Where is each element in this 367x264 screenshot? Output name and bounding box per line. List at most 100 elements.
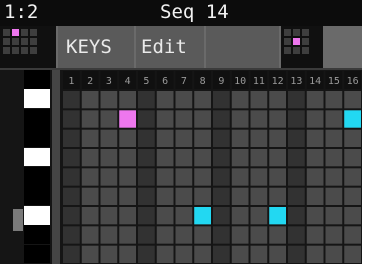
- black-key[interactable]: [24, 186, 50, 206]
- step-cell[interactable]: [231, 168, 249, 186]
- white-key[interactable]: [24, 205, 50, 225]
- note-cell[interactable]: [194, 207, 211, 225]
- step-cell[interactable]: [269, 149, 286, 167]
- step-cell[interactable]: [269, 245, 286, 263]
- step-cell[interactable]: [306, 245, 324, 263]
- step-cell[interactable]: [344, 91, 361, 109]
- step-cell[interactable]: [194, 168, 211, 186]
- step-cell[interactable]: [325, 91, 343, 109]
- step-cell[interactable]: [156, 245, 174, 263]
- step-cell[interactable]: [213, 226, 230, 244]
- step-cell[interactable]: [119, 91, 136, 109]
- piano-scroll-handle[interactable]: [13, 209, 23, 231]
- step-cell[interactable]: [344, 168, 361, 186]
- step-cell[interactable]: [231, 91, 249, 109]
- step-cell[interactable]: [325, 129, 343, 147]
- step-cell[interactable]: [119, 245, 136, 263]
- step-cell[interactable]: [156, 110, 174, 128]
- step-cell[interactable]: [138, 168, 155, 186]
- step-cell[interactable]: [156, 91, 174, 109]
- step-cell[interactable]: [231, 149, 249, 167]
- step-cell[interactable]: [175, 245, 193, 263]
- step-cell[interactable]: [306, 129, 324, 147]
- step-cell[interactable]: [288, 129, 305, 147]
- step-cell[interactable]: [213, 129, 230, 147]
- step-cell[interactable]: [213, 110, 230, 128]
- step-cell[interactable]: [213, 245, 230, 263]
- step-cell[interactable]: [250, 149, 268, 167]
- note-cell[interactable]: [344, 110, 361, 128]
- step-cell[interactable]: [100, 207, 118, 225]
- step-cell[interactable]: [138, 129, 155, 147]
- step-cell[interactable]: [231, 207, 249, 225]
- step-cell[interactable]: [175, 226, 193, 244]
- step-cell[interactable]: [306, 207, 324, 225]
- step-cell[interactable]: [344, 187, 361, 205]
- black-key[interactable]: [24, 70, 50, 89]
- step-cell[interactable]: [231, 110, 249, 128]
- step-cell[interactable]: [213, 187, 230, 205]
- step-cell[interactable]: [288, 168, 305, 186]
- step-cell[interactable]: [213, 207, 230, 225]
- step-cell[interactable]: [156, 149, 174, 167]
- step-cell[interactable]: [156, 207, 174, 225]
- step-cell[interactable]: [81, 91, 99, 109]
- step-cell[interactable]: [306, 149, 324, 167]
- step-cell[interactable]: [269, 110, 286, 128]
- step-cell[interactable]: [175, 129, 193, 147]
- step-cell[interactable]: [156, 226, 174, 244]
- step-cell[interactable]: [325, 245, 343, 263]
- piano-keys[interactable]: [24, 70, 50, 264]
- step-cell[interactable]: [138, 207, 155, 225]
- step-cell[interactable]: [100, 129, 118, 147]
- step-cell[interactable]: [138, 187, 155, 205]
- step-cell[interactable]: [306, 110, 324, 128]
- step-cell[interactable]: [63, 91, 80, 109]
- step-cell[interactable]: [250, 110, 268, 128]
- step-cell[interactable]: [175, 110, 193, 128]
- step-cell[interactable]: [269, 91, 286, 109]
- step-cell[interactable]: [100, 168, 118, 186]
- step-cell[interactable]: [63, 149, 80, 167]
- step-cell[interactable]: [213, 168, 230, 186]
- step-cell[interactable]: [138, 91, 155, 109]
- step-cell[interactable]: [344, 129, 361, 147]
- step-cell[interactable]: [250, 187, 268, 205]
- step-cell[interactable]: [269, 129, 286, 147]
- step-cell[interactable]: [288, 207, 305, 225]
- step-cell[interactable]: [63, 207, 80, 225]
- step-cell[interactable]: [250, 207, 268, 225]
- step-cell[interactable]: [250, 245, 268, 263]
- step-cell[interactable]: [288, 110, 305, 128]
- step-cell[interactable]: [231, 226, 249, 244]
- step-cell[interactable]: [288, 187, 305, 205]
- step-cell[interactable]: [119, 207, 136, 225]
- step-cell[interactable]: [63, 168, 80, 186]
- step-cell[interactable]: [138, 149, 155, 167]
- black-key[interactable]: [24, 128, 50, 148]
- step-cell[interactable]: [325, 110, 343, 128]
- step-cell[interactable]: [213, 91, 230, 109]
- step-cell[interactable]: [325, 149, 343, 167]
- step-cell[interactable]: [250, 226, 268, 244]
- step-cell[interactable]: [325, 168, 343, 186]
- step-cell[interactable]: [175, 168, 193, 186]
- step-cell[interactable]: [269, 168, 286, 186]
- step-cell[interactable]: [100, 110, 118, 128]
- step-cell[interactable]: [138, 226, 155, 244]
- step-cell[interactable]: [194, 245, 211, 263]
- step-cell[interactable]: [231, 129, 249, 147]
- step-cell[interactable]: [194, 187, 211, 205]
- step-cell[interactable]: [100, 149, 118, 167]
- step-cell[interactable]: [81, 149, 99, 167]
- step-cell[interactable]: [306, 187, 324, 205]
- note-cell[interactable]: [119, 110, 136, 128]
- step-cell[interactable]: [306, 91, 324, 109]
- step-cell[interactable]: [325, 207, 343, 225]
- step-cell[interactable]: [119, 226, 136, 244]
- step-cell[interactable]: [81, 207, 99, 225]
- step-cell[interactable]: [63, 129, 80, 147]
- step-cell[interactable]: [81, 110, 99, 128]
- step-grid[interactable]: 1 2 3 4 5 6 7 8 9 10 11 12 13 14 15 16: [52, 70, 362, 264]
- step-cell[interactable]: [156, 129, 174, 147]
